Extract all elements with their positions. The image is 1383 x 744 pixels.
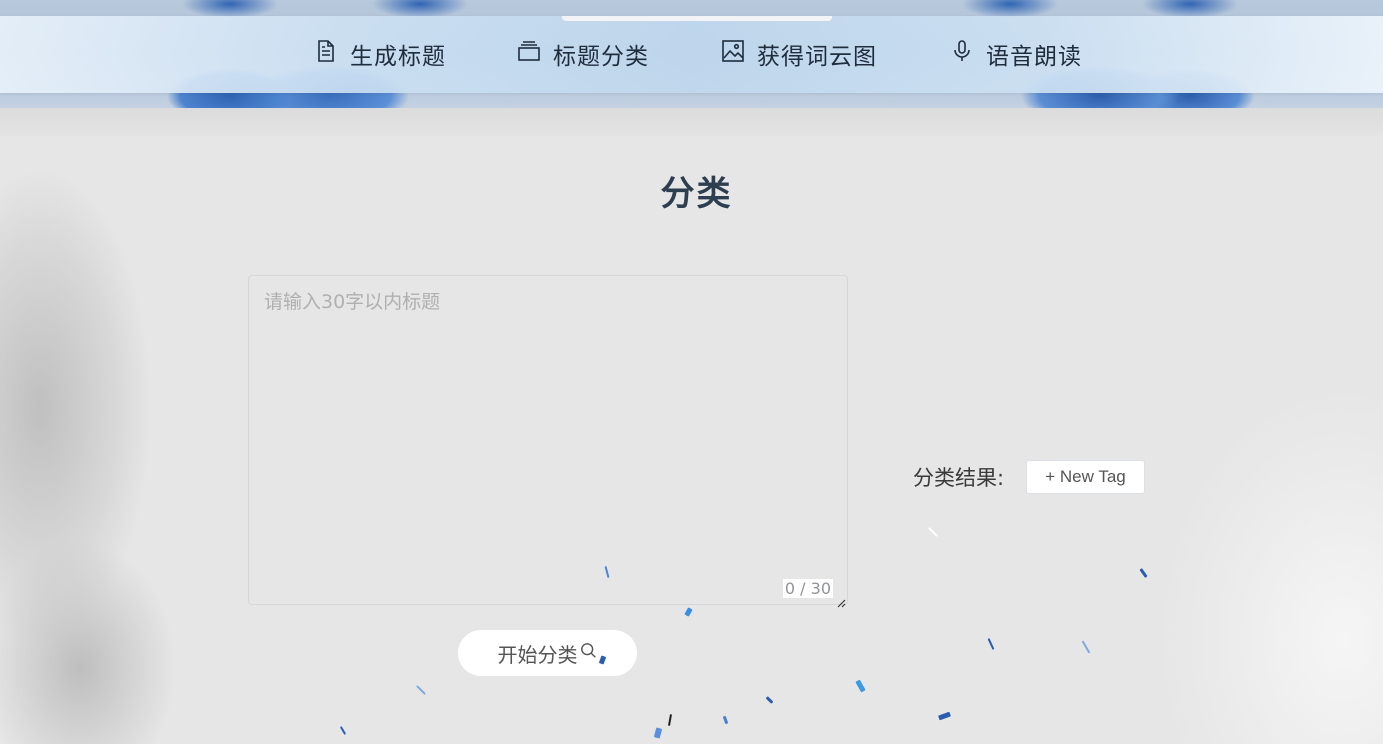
top-nav: 生成标题 标题分类 获得词云图 语音朗读 <box>0 16 1383 93</box>
char-counter: 0 / 30 <box>782 579 833 598</box>
new-tag-button[interactable]: + New Tag <box>1026 460 1145 494</box>
confetti-decoration <box>416 685 426 695</box>
document-icon <box>314 39 350 69</box>
nav-item-title-classify[interactable]: 标题分类 <box>517 32 649 76</box>
confetti-decoration <box>684 607 693 617</box>
page-title: 分类 <box>660 174 733 214</box>
nav-item-label: 语音朗读 <box>986 44 1082 70</box>
confetti-decoration <box>938 711 951 721</box>
picture-icon <box>721 39 757 69</box>
nav-item-generate-title[interactable]: 生成标题 <box>314 32 446 76</box>
magnifier-icon <box>580 642 598 665</box>
confetti-decoration <box>855 679 866 693</box>
confetti-decoration <box>765 696 774 704</box>
nav-item-label: 获得词云图 <box>757 44 877 70</box>
confetti-decoration <box>653 727 663 739</box>
stack-icon <box>517 39 553 69</box>
resize-handle-icon[interactable] <box>836 593 846 608</box>
nav-item-label: 生成标题 <box>350 44 446 70</box>
microphone-icon <box>950 39 986 69</box>
nav-item-word-cloud[interactable]: 获得词云图 <box>721 32 877 76</box>
start-classify-label: 开始分类 <box>497 642 578 667</box>
confetti-decoration <box>667 713 673 727</box>
confetti-decoration <box>339 726 347 735</box>
title-input-container: 0 / 30 <box>248 275 848 608</box>
title-input[interactable] <box>249 276 847 604</box>
confetti-decoration <box>928 527 938 537</box>
confetti-decoration <box>722 715 729 725</box>
result-label: 分类结果: <box>913 466 1005 490</box>
top-tab-indicator <box>562 16 832 21</box>
right-decoration <box>1083 380 1383 744</box>
nav-item-label: 标题分类 <box>553 44 649 70</box>
start-classify-button[interactable]: 开始分类 <box>458 630 637 676</box>
confetti-decoration <box>987 638 995 650</box>
nav-item-voice-read[interactable]: 语音朗读 <box>950 32 1082 76</box>
